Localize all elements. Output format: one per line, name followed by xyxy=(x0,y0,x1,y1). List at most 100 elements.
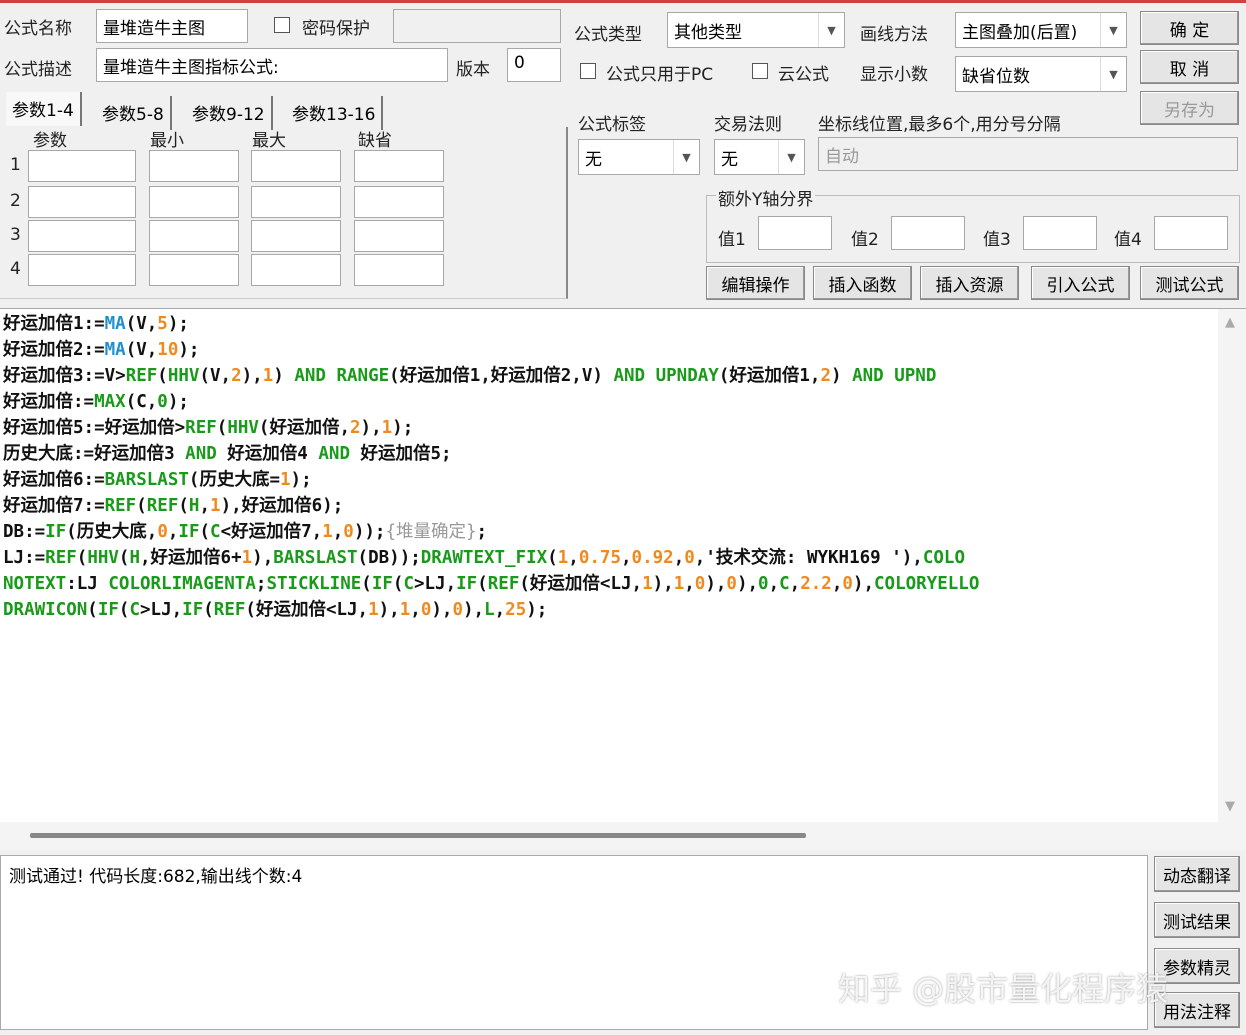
param-cell-default[interactable] xyxy=(354,150,444,182)
param-cell-min[interactable] xyxy=(149,186,239,218)
param-cell-name[interactable] xyxy=(28,150,136,182)
code-token: ), xyxy=(252,548,274,568)
code-token: DRAWICON xyxy=(3,600,88,620)
code-area[interactable]: 好运加倍1:=MA(V,5); 好运加倍2:=MA(V,10); 好运加倍3:=V>… xyxy=(3,311,1218,623)
code-token: MA xyxy=(104,340,126,360)
code-token: 1 xyxy=(322,522,333,542)
side-button[interactable]: 测试结果 xyxy=(1154,902,1240,938)
param-row-number: 3 xyxy=(10,225,21,245)
triangle-down-icon[interactable]: ▼ xyxy=(1225,799,1235,814)
code-line: 历史大底:=好运加倍3 AND 好运加倍4 AND 好运加倍5; xyxy=(3,441,1218,467)
param-cell-max[interactable] xyxy=(251,220,341,252)
vertical-scrollbar[interactable]: ▲ ▼ xyxy=(1218,309,1246,822)
code-token: ), xyxy=(705,574,727,594)
password-checkbox[interactable] xyxy=(274,17,290,33)
code-token: LJ:= xyxy=(3,548,46,568)
formula-name-input[interactable]: 量堆造牛主图 xyxy=(96,9,248,43)
chevron-down-icon: ▼ xyxy=(673,140,699,174)
code-token: 2 xyxy=(231,366,242,386)
ok-button[interactable]: 确 定 xyxy=(1140,11,1239,45)
code-token: H xyxy=(188,496,200,516)
param-cell-default[interactable] xyxy=(354,220,444,252)
param-cell-min[interactable] xyxy=(149,150,239,182)
code-token: )); xyxy=(353,522,386,542)
code-token: ,'技术交流: WYKH169 '), xyxy=(694,548,923,568)
code-token: , xyxy=(494,600,506,620)
tab-params-9-12[interactable]: 参数9-12 xyxy=(186,96,273,130)
param-cell-name[interactable] xyxy=(28,220,136,252)
tab-params-1-4[interactable]: 参数1-4 xyxy=(6,92,82,126)
password-input[interactable] xyxy=(393,9,561,43)
code-token: , xyxy=(199,496,211,516)
param-row-number: 4 xyxy=(10,259,21,279)
formula-type-value: 其他类型 xyxy=(674,23,742,43)
tab-params-13-16[interactable]: 参数13-16 xyxy=(286,96,384,130)
cloud-checkbox[interactable] xyxy=(752,63,768,79)
tool-button[interactable]: 插入资源 xyxy=(920,266,1019,300)
param-cell-min[interactable] xyxy=(149,254,239,286)
horizontal-scroll-thumb[interactable] xyxy=(30,833,806,838)
code-line: 好运加倍2:=MA(V,10); xyxy=(3,337,1218,363)
draw-method-select[interactable]: 主图叠加(后置) ▼ xyxy=(955,12,1127,48)
code-token: , xyxy=(568,548,579,568)
y-value-input[interactable] xyxy=(891,216,965,250)
param-cell-max[interactable] xyxy=(251,186,341,218)
cloud-label: 云公式 xyxy=(778,65,829,85)
code-token: IF xyxy=(182,600,204,620)
param-cell-default[interactable] xyxy=(354,254,444,286)
param-cell-default[interactable] xyxy=(354,186,444,218)
axis-position-input[interactable]: 自动 xyxy=(818,137,1238,171)
code-token: 1 xyxy=(262,366,274,386)
tool-button[interactable]: 测试公式 xyxy=(1140,266,1239,300)
y-value-label: 值4 xyxy=(1114,230,1142,250)
code-token: AND xyxy=(294,366,326,386)
code-line: DB:=IF(历史大底,0,IF(C<好运加倍7,1,0));{堆量确定}; xyxy=(3,519,1218,545)
code-token: ) xyxy=(830,366,853,386)
code-token: 0 xyxy=(694,574,706,594)
save-as-button[interactable]: 另存为 xyxy=(1140,91,1239,125)
code-token: 10 xyxy=(157,340,179,360)
code-token: ; xyxy=(476,522,488,542)
code-token: (V, xyxy=(199,366,232,386)
draw-method-label: 画线方法 xyxy=(860,25,928,45)
code-token: 2.2 xyxy=(800,574,832,594)
code-editor[interactable]: 好运加倍1:=MA(V,5); 好运加倍2:=MA(V,10); 好运加倍3:=V>… xyxy=(0,308,1246,822)
code-token: IF xyxy=(97,600,119,620)
formula-type-select[interactable]: 其他类型 ▼ xyxy=(667,12,845,48)
param-cell-min[interactable] xyxy=(149,220,239,252)
chevron-down-icon: ▼ xyxy=(818,13,844,47)
version-input[interactable]: 0 xyxy=(507,48,561,82)
formula-desc-input[interactable]: 量堆造牛主图指标公式: xyxy=(96,48,448,82)
horizontal-scrollbar[interactable] xyxy=(0,822,1246,850)
y-value-label: 值3 xyxy=(983,230,1011,250)
param-cell-max[interactable] xyxy=(251,254,341,286)
triangle-up-icon[interactable]: ▲ xyxy=(1225,315,1235,330)
code-token: ), xyxy=(431,600,453,620)
y-value-input[interactable] xyxy=(1023,216,1097,250)
param-cell-max[interactable] xyxy=(251,150,341,182)
y-value-input[interactable] xyxy=(758,216,832,250)
formula-tag-select[interactable]: 无 ▼ xyxy=(578,139,700,175)
tool-button[interactable]: 引入公式 xyxy=(1031,266,1130,300)
decimals-select[interactable]: 缺省位数 ▼ xyxy=(955,56,1127,92)
side-button[interactable]: 动态翻译 xyxy=(1154,856,1240,892)
trade-rule-label: 交易法则 xyxy=(714,115,782,135)
param-cell-name[interactable] xyxy=(28,254,136,286)
code-token: AND xyxy=(318,444,350,464)
code-token: (V, xyxy=(125,340,158,360)
tool-button[interactable]: 编辑操作 xyxy=(706,266,805,300)
y-value-input[interactable] xyxy=(1154,216,1228,250)
cancel-button[interactable]: 取 消 xyxy=(1140,50,1239,84)
pc-only-checkbox[interactable] xyxy=(580,63,596,79)
code-token: ( xyxy=(361,574,372,594)
trade-rule-select[interactable]: 无 ▼ xyxy=(714,139,805,175)
code-token: ,好运加倍6+ xyxy=(140,548,242,568)
code-token: REF xyxy=(146,496,179,516)
tab-params-5-8[interactable]: 参数5-8 xyxy=(96,96,172,130)
code-token: 好运加倍4 xyxy=(216,444,319,464)
code-token: 历史大底:=好运加倍3 xyxy=(3,444,186,464)
param-cell-name[interactable] xyxy=(28,186,136,218)
code-token: (好运加倍<LJ, xyxy=(519,574,643,594)
tool-button[interactable]: 插入函数 xyxy=(813,266,912,300)
code-token: , xyxy=(789,574,801,594)
